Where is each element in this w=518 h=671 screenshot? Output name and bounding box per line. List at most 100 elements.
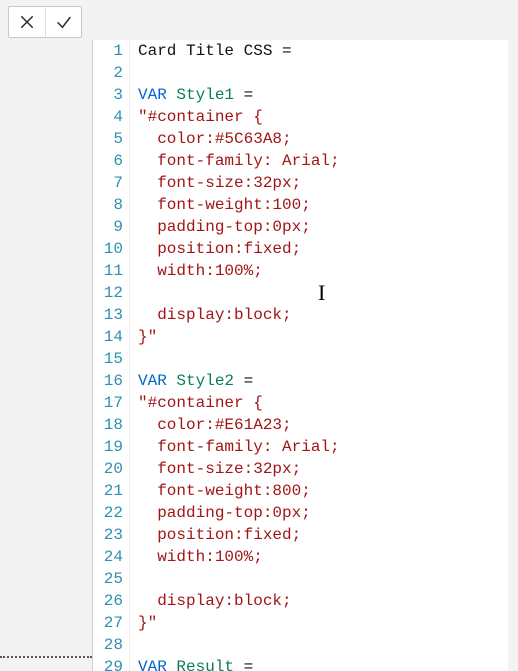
line-number: 1 <box>93 40 123 62</box>
line-number: 27 <box>93 612 123 634</box>
code-area[interactable]: Card Title CSS =VAR Style1 ="#container … <box>130 40 416 671</box>
code-line[interactable]: font-weight:800; <box>138 480 416 502</box>
line-number: 5 <box>93 128 123 150</box>
code-line[interactable]: position:fixed; <box>138 524 416 546</box>
code-line[interactable]: display:block; <box>138 304 416 326</box>
code-token: Card Title CSS <box>138 42 282 60</box>
code-token: = <box>234 372 253 390</box>
code-token: font-size:32px; <box>138 460 301 478</box>
code-editor[interactable]: 1234567891011121314151617181920212223242… <box>93 40 508 671</box>
code-token: position:fixed; <box>138 526 301 544</box>
line-number: 21 <box>93 480 123 502</box>
toolbar-button-group <box>8 6 82 38</box>
line-number: 12 <box>93 282 123 304</box>
code-line[interactable] <box>138 348 416 370</box>
code-line[interactable]: width:100%; <box>138 546 416 568</box>
editor-outer: 1234567891011121314151617181920212223242… <box>0 0 518 671</box>
code-line[interactable]: font-weight:100; <box>138 194 416 216</box>
line-number: 9 <box>93 216 123 238</box>
code-token <box>167 86 177 104</box>
line-number: 22 <box>93 502 123 524</box>
code-line[interactable] <box>138 568 416 590</box>
code-line[interactable] <box>138 62 416 84</box>
close-icon <box>18 13 36 31</box>
code-token: VAR <box>138 372 167 390</box>
line-number: 20 <box>93 458 123 480</box>
code-token: }" <box>138 328 157 346</box>
line-number: 18 <box>93 414 123 436</box>
code-line[interactable] <box>138 634 416 656</box>
line-number: 6 <box>93 150 123 172</box>
code-token <box>167 658 177 671</box>
code-token: font-weight:100; <box>138 196 311 214</box>
line-number: 13 <box>93 304 123 326</box>
code-line[interactable]: font-size:32px; <box>138 172 416 194</box>
toolbar <box>0 0 518 38</box>
code-token: color:#E61A23; <box>138 416 292 434</box>
code-token: Style2 <box>176 372 234 390</box>
line-number: 16 <box>93 370 123 392</box>
code-line[interactable]: }" <box>138 612 416 634</box>
dax-formula-editor: 1234567891011121314151617181920212223242… <box>0 0 518 671</box>
line-number: 28 <box>93 634 123 656</box>
code-token: }" <box>138 614 157 632</box>
formula-bar[interactable]: 1234567891011121314151617181920212223242… <box>92 40 508 671</box>
code-line[interactable]: position:fixed; <box>138 238 416 260</box>
code-token: = <box>282 42 292 60</box>
code-line[interactable]: padding-top:0px; <box>138 216 416 238</box>
code-line[interactable]: VAR Style2 = <box>138 370 416 392</box>
code-line[interactable]: padding-top:0px; <box>138 502 416 524</box>
code-token: font-family: Arial; <box>138 438 340 456</box>
code-line[interactable]: "#container { <box>138 106 416 128</box>
line-number: 23 <box>93 524 123 546</box>
check-icon <box>55 13 73 31</box>
code-line[interactable]: font-family: Arial; <box>138 436 416 458</box>
code-token: display:block; <box>138 592 292 610</box>
line-number: 8 <box>93 194 123 216</box>
code-token: font-size:32px; <box>138 174 301 192</box>
code-token <box>167 372 177 390</box>
resize-handle[interactable] <box>0 656 92 658</box>
line-number: 4 <box>93 106 123 128</box>
line-number: 26 <box>93 590 123 612</box>
code-line[interactable]: VAR Result = <box>138 656 416 671</box>
code-token: VAR <box>138 86 167 104</box>
code-line[interactable]: color:#5C63A8; <box>138 128 416 150</box>
code-line[interactable]: color:#E61A23; <box>138 414 416 436</box>
code-token: Result <box>176 658 234 671</box>
code-token: = <box>234 658 253 671</box>
code-token: color:#5C63A8; <box>138 130 292 148</box>
code-line[interactable]: font-family: Arial; <box>138 150 416 172</box>
line-number: 3 <box>93 84 123 106</box>
code-line[interactable]: I <box>138 282 416 304</box>
code-token: "#container { <box>138 108 263 126</box>
code-line[interactable]: font-size:32px; <box>138 458 416 480</box>
code-token: padding-top:0px; <box>138 218 311 236</box>
cancel-button[interactable] <box>9 7 45 37</box>
line-number: 19 <box>93 436 123 458</box>
line-number: 10 <box>93 238 123 260</box>
line-number: 24 <box>93 546 123 568</box>
line-number: 25 <box>93 568 123 590</box>
code-token: "#container { <box>138 394 263 412</box>
code-line[interactable]: Card Title CSS = <box>138 40 416 62</box>
code-token: font-family: Arial; <box>138 152 340 170</box>
line-number: 2 <box>93 62 123 84</box>
line-number: 11 <box>93 260 123 282</box>
code-line[interactable]: }" <box>138 326 416 348</box>
text-cursor-icon: I <box>318 282 325 304</box>
code-token: position:fixed; <box>138 240 301 258</box>
code-token: font-weight:800; <box>138 482 311 500</box>
code-token: width:100%; <box>138 262 263 280</box>
code-line[interactable]: display:block; <box>138 590 416 612</box>
code-token: width:100%; <box>138 548 263 566</box>
code-token: display:block; <box>138 306 292 324</box>
code-token: VAR <box>138 658 167 671</box>
code-line[interactable]: width:100%; <box>138 260 416 282</box>
line-number-gutter: 1234567891011121314151617181920212223242… <box>93 40 130 671</box>
code-token: = <box>234 86 253 104</box>
code-token: Style1 <box>176 86 234 104</box>
code-line[interactable]: "#container { <box>138 392 416 414</box>
confirm-button[interactable] <box>45 7 81 37</box>
code-line[interactable]: VAR Style1 = <box>138 84 416 106</box>
